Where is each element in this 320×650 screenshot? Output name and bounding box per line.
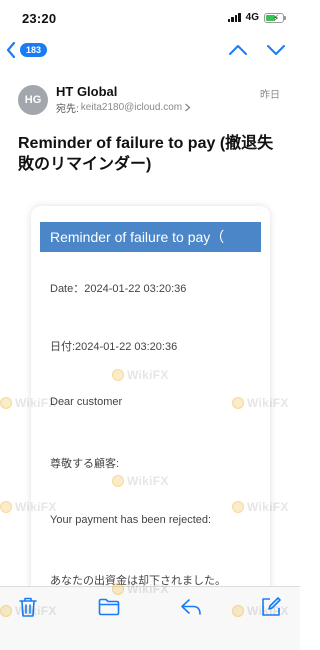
- sender-avatar[interactable]: HG: [18, 85, 48, 115]
- previous-message-icon[interactable]: [228, 44, 248, 56]
- date-line-ja: 日付:2024-01-22 03:20:36: [50, 341, 178, 353]
- watermark: WikiFX: [112, 582, 169, 596]
- greeting-line-ja: 尊敬する顧客:: [50, 458, 120, 470]
- chevron-right-icon: [185, 103, 191, 112]
- watermark: WikiFX: [112, 368, 169, 382]
- rejection-line: Your payment has been rejected:: [50, 514, 212, 526]
- next-message-icon[interactable]: [266, 44, 286, 56]
- email-card: [31, 206, 270, 626]
- greeting-line: Dear customer: [50, 396, 123, 408]
- watermark: WikiFX: [232, 396, 289, 410]
- unread-count-badge: 183: [20, 43, 48, 57]
- received-time: 昨日: [260, 90, 280, 101]
- watermark: WikiFX: [232, 604, 289, 618]
- to-label: 宛先:: [56, 104, 79, 115]
- date-line: Date：2024-01-22 03:20:36: [50, 283, 187, 295]
- watermark: WikiFX: [0, 500, 57, 514]
- watermark: WikiFX: [112, 474, 169, 488]
- status-indicators: 4G ⚡: [227, 12, 286, 23]
- email-subject: Reminder of failure to pay (撤退失敗のリマインダー): [18, 135, 274, 173]
- sender-name[interactable]: HT Global: [56, 84, 117, 99]
- watermark: WikiFX: [232, 500, 289, 514]
- signal-icon: [227, 13, 241, 22]
- watermark: WikiFX: [0, 396, 57, 410]
- recipient-line[interactable]: 宛先: keita2180@icloud.com: [56, 100, 191, 115]
- back-button[interactable]: 183: [6, 42, 48, 58]
- chevron-left-icon: [6, 42, 16, 58]
- reply-icon[interactable]: [180, 598, 202, 616]
- watermark: WikiFX: [0, 604, 57, 618]
- battery-icon: ⚡: [264, 12, 286, 23]
- email-banner: Reminder of failure to pay（: [40, 222, 261, 252]
- recipient-address: keita2180@icloud.com: [80, 102, 183, 113]
- folder-icon[interactable]: [98, 598, 120, 616]
- status-time: 23:20: [22, 11, 57, 26]
- network-label: 4G: [245, 12, 259, 23]
